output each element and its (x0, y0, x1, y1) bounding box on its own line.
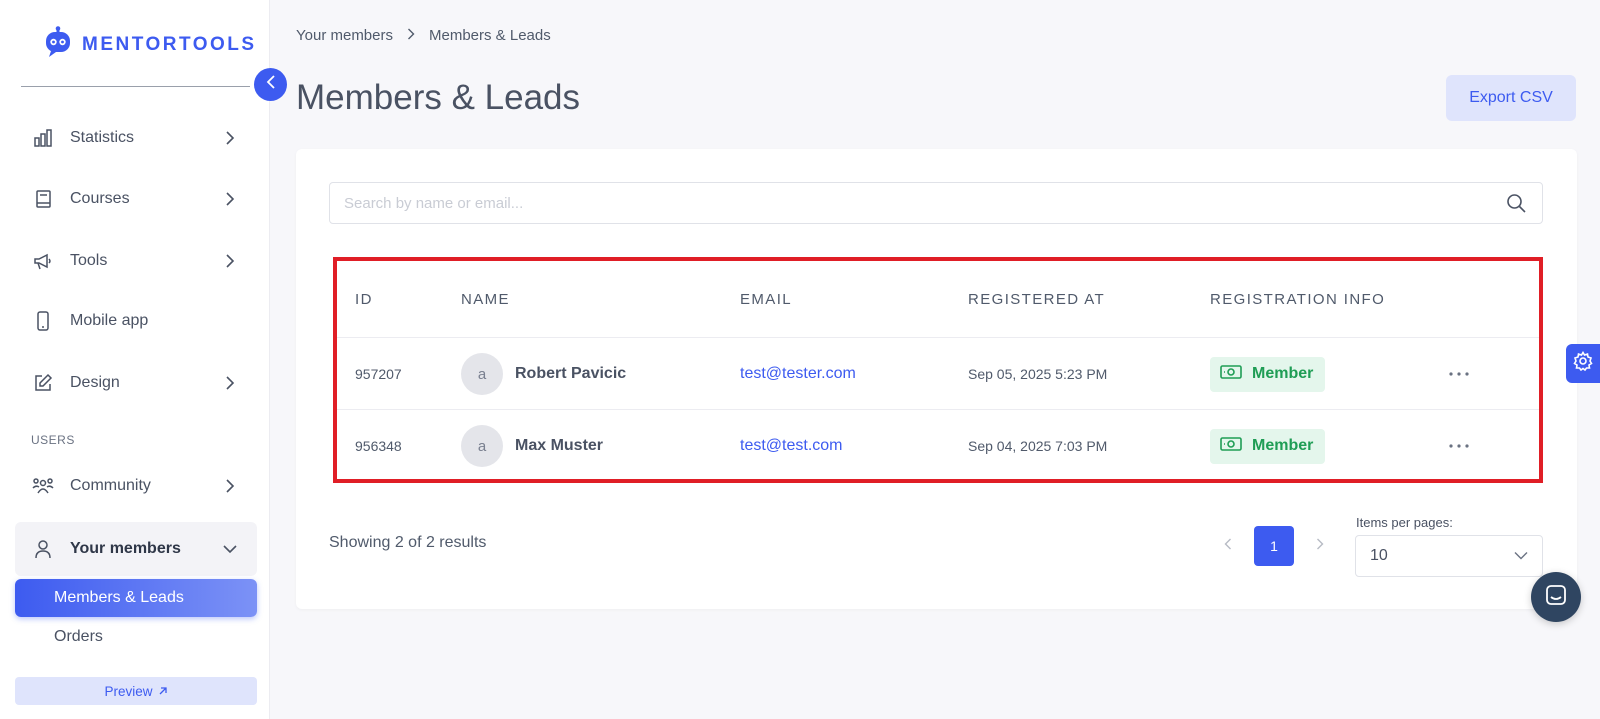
sidebar-item-mobile-app[interactable]: Mobile app (15, 296, 257, 346)
next-page-button[interactable] (1300, 526, 1340, 566)
items-per-page-value: 10 (1370, 547, 1388, 564)
sidebar-item-tools[interactable]: Tools (15, 236, 257, 286)
table-row[interactable]: 957207 a Robert Pavicic test@tester.com … (337, 338, 1539, 410)
user-icon (32, 538, 54, 560)
breadcrumb: Your members Members & Leads (296, 27, 551, 44)
section-label-users: USERS (31, 433, 75, 447)
row-email-cell: test@test.com (740, 410, 843, 482)
sidebar-item-label: Mobile app (70, 312, 149, 329)
collapse-sidebar-button[interactable] (254, 68, 287, 101)
community-icon (32, 475, 54, 497)
row-id: 957207 (355, 366, 402, 382)
chevron-right-icon (221, 374, 239, 392)
brand-name: MENTORTOOLS (82, 33, 257, 55)
row-info-cell: Member (1210, 338, 1326, 410)
chevron-right-icon (221, 129, 239, 147)
members-card: ID NAME EMAIL REGISTERED AT REGISTRATION… (296, 149, 1577, 609)
row-registered-at: Sep 04, 2025 7:03 PM (968, 438, 1108, 454)
robot-logo-icon (42, 26, 74, 63)
export-csv-button[interactable]: Export CSV (1446, 75, 1576, 121)
sidebar-item-statistics[interactable]: Statistics (15, 113, 257, 163)
more-options-icon[interactable] (1446, 433, 1472, 459)
row-id: 956348 (355, 438, 402, 454)
chevron-right-icon (221, 252, 239, 270)
pagination: 1 (1208, 526, 1340, 566)
status-badge: Member (1210, 428, 1326, 464)
member-email-link[interactable]: test@tester.com (740, 365, 856, 383)
book-icon (32, 188, 54, 210)
row-info-cell: Member (1210, 410, 1326, 482)
results-count: Showing 2 of 2 results (329, 534, 487, 551)
preview-button[interactable]: Preview (15, 677, 257, 705)
column-header-name[interactable]: NAME (461, 291, 510, 308)
search-icon[interactable] (1496, 183, 1536, 223)
chevron-down-icon (1514, 547, 1528, 565)
table-row[interactable]: 956348 a Max Muster test@test.com Sep 04… (337, 410, 1539, 482)
column-header-registered-at[interactable]: REGISTERED AT (968, 291, 1105, 308)
chevron-left-icon (1224, 537, 1232, 555)
more-options-icon[interactable] (1446, 361, 1472, 387)
sidebar-subitem-orders[interactable]: Orders (54, 628, 103, 646)
page-number-button[interactable]: 1 (1254, 526, 1294, 566)
money-icon (1220, 436, 1242, 457)
bar-chart-icon (32, 127, 54, 149)
brand-logo[interactable]: MENTORTOOLS (42, 26, 257, 63)
column-header-email[interactable]: EMAIL (740, 291, 792, 308)
gear-icon (1573, 350, 1593, 376)
badge-label: Member (1252, 365, 1314, 382)
sidebar-item-design[interactable]: Design (15, 358, 257, 408)
column-header-id[interactable]: ID (355, 291, 373, 308)
chevron-right-icon (221, 190, 239, 208)
chevron-down-icon (221, 540, 239, 558)
money-icon (1220, 364, 1242, 385)
sidebar-divider (21, 86, 250, 87)
chevron-right-icon (1316, 537, 1324, 555)
member-email-link[interactable]: test@test.com (740, 437, 843, 455)
chat-icon (1544, 583, 1568, 612)
badge-label: Member (1252, 437, 1314, 454)
sidebar: MENTORTOOLS Statistics Courses Tools Mob… (0, 0, 270, 719)
row-name-cell: a Robert Pavicic (461, 338, 626, 410)
page-title: Members & Leads (296, 78, 581, 117)
member-name[interactable]: Max Muster (515, 437, 603, 455)
row-actions-cell (1446, 338, 1472, 410)
sidebar-item-courses[interactable]: Courses (15, 174, 257, 224)
sidebar-subitem-members-leads[interactable]: Members & Leads (15, 579, 257, 617)
preview-label: Preview (104, 683, 153, 699)
breadcrumb-your-members[interactable]: Your members (296, 27, 393, 44)
pencil-icon (32, 372, 54, 394)
search-box (329, 182, 1543, 224)
table-header: ID NAME EMAIL REGISTERED AT REGISTRATION… (337, 261, 1539, 338)
members-table: ID NAME EMAIL REGISTERED AT REGISTRATION… (333, 257, 1543, 483)
sidebar-item-community[interactable]: Community (15, 461, 257, 511)
chevron-right-icon (407, 27, 415, 44)
member-name[interactable]: Robert Pavicic (515, 365, 626, 383)
avatar: a (461, 353, 503, 395)
chevron-left-icon (266, 75, 276, 94)
avatar: a (461, 425, 503, 467)
external-link-icon (158, 684, 168, 699)
sidebar-item-your-members[interactable]: Your members (15, 522, 257, 576)
row-actions-cell (1446, 410, 1472, 482)
items-per-page-label: Items per pages: (1356, 515, 1453, 530)
megaphone-icon (32, 250, 54, 272)
row-email-cell: test@tester.com (740, 338, 856, 410)
chevron-right-icon (221, 477, 239, 495)
phone-icon (32, 310, 54, 332)
prev-page-button[interactable] (1208, 526, 1248, 566)
chat-widget-button[interactable] (1531, 572, 1581, 622)
column-header-registration-info[interactable]: REGISTRATION INFO (1210, 291, 1385, 308)
status-badge: Member (1210, 356, 1326, 392)
row-name-cell: a Max Muster (461, 410, 603, 482)
settings-tab[interactable] (1566, 344, 1600, 383)
breadcrumb-current: Members & Leads (429, 27, 551, 44)
items-per-page-select[interactable]: 10 (1355, 535, 1543, 577)
search-input[interactable] (344, 194, 1496, 212)
row-registered-at: Sep 05, 2025 5:23 PM (968, 366, 1108, 382)
